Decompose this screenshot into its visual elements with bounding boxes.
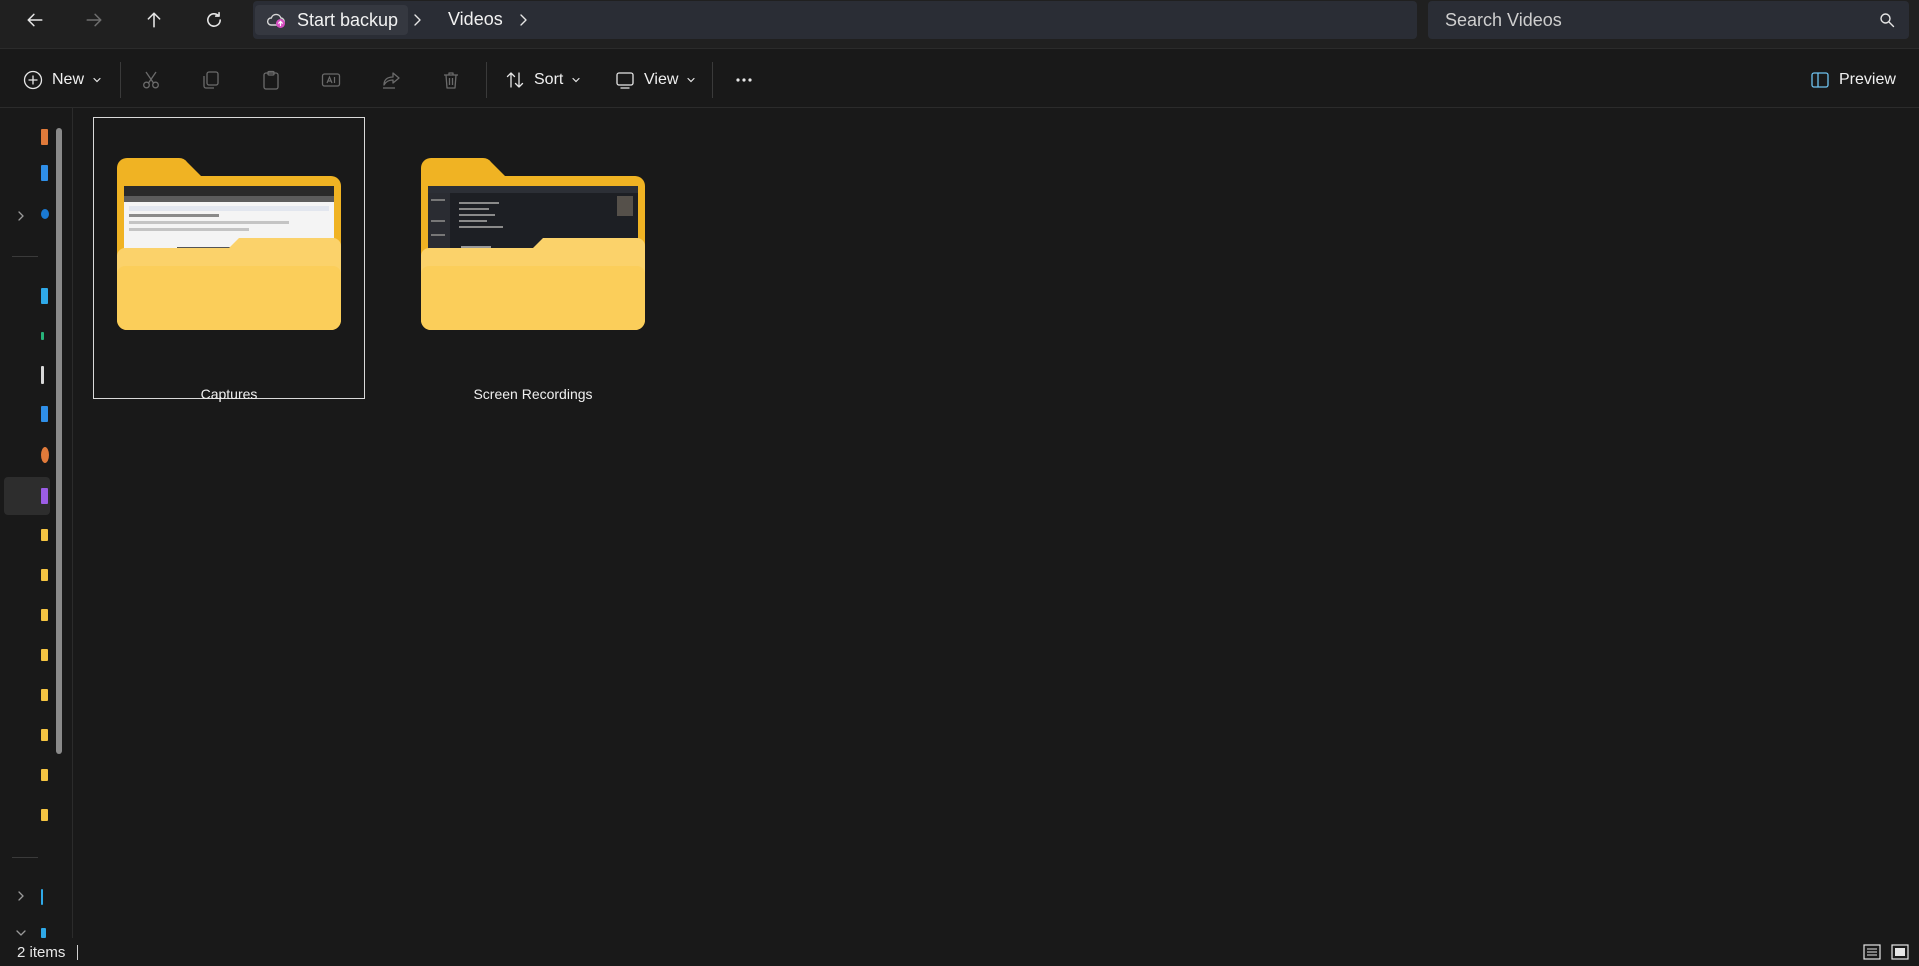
search-icon[interactable] bbox=[1879, 12, 1895, 28]
chevron-down-icon bbox=[93, 77, 101, 83]
breadcrumb-chevron-icon[interactable] bbox=[512, 9, 534, 31]
address-toolbar: Start backup Videos bbox=[0, 0, 1919, 49]
rename-button[interactable] bbox=[316, 65, 346, 95]
preview-label: Preview bbox=[1839, 71, 1896, 88]
nav-scrollbar[interactable] bbox=[56, 128, 62, 754]
new-button[interactable]: New bbox=[14, 61, 110, 99]
preview-pane-icon bbox=[1811, 72, 1829, 88]
nav-item-pictures-icon[interactable] bbox=[41, 406, 48, 422]
folder-icon[interactable] bbox=[41, 769, 48, 781]
status-bar: 2 items bbox=[0, 938, 1919, 966]
nav-item-desktop-icon[interactable] bbox=[41, 288, 48, 304]
chevron-right-icon[interactable] bbox=[14, 889, 28, 903]
sort-button[interactable]: Sort bbox=[496, 61, 589, 99]
folder-icon bbox=[117, 158, 341, 330]
toolbar-divider bbox=[120, 62, 121, 98]
folder-name: Captures bbox=[200, 386, 258, 402]
paste-icon bbox=[263, 70, 279, 90]
folder-icon[interactable] bbox=[41, 609, 48, 621]
copy-icon bbox=[203, 71, 219, 89]
share-icon bbox=[383, 72, 400, 89]
cloud-backup-icon bbox=[266, 13, 285, 28]
copy-button[interactable] bbox=[196, 65, 226, 95]
cut-icon bbox=[143, 71, 159, 89]
folder-icon[interactable] bbox=[41, 529, 48, 541]
folder-icon[interactable] bbox=[41, 689, 48, 701]
arrow-up-icon bbox=[147, 12, 161, 28]
details-view-icon bbox=[1863, 944, 1881, 960]
up-button[interactable] bbox=[134, 4, 174, 36]
new-label: New bbox=[52, 71, 85, 88]
search-input[interactable] bbox=[1428, 1, 1868, 39]
refresh-button[interactable] bbox=[194, 4, 234, 36]
item-count: 2 items bbox=[17, 944, 66, 961]
delete-icon bbox=[444, 72, 458, 89]
nav-item-downloads-icon[interactable] bbox=[41, 332, 44, 340]
preview-pane-button[interactable]: Preview bbox=[1801, 61, 1904, 99]
status-divider bbox=[77, 945, 78, 960]
search-box bbox=[1428, 1, 1909, 39]
start-backup-label: Start backup bbox=[297, 9, 399, 30]
nav-item-documents-icon[interactable] bbox=[41, 366, 44, 384]
nav-item-onedrive-icon[interactable] bbox=[41, 209, 49, 219]
view-button[interactable]: View bbox=[606, 61, 704, 99]
file-view: Captures Screen Recordings bbox=[74, 108, 1919, 938]
breadcrumb-videos[interactable]: Videos bbox=[448, 9, 503, 30]
chevron-down-icon bbox=[687, 77, 695, 83]
nav-item-network-icon[interactable] bbox=[41, 928, 46, 938]
plus-circle-icon bbox=[23, 70, 43, 90]
folder-item-captures[interactable]: Captures bbox=[93, 117, 365, 402]
chevron-down-icon bbox=[572, 77, 580, 83]
folder-icon[interactable] bbox=[41, 809, 48, 821]
toolbar-divider bbox=[486, 62, 487, 98]
nav-divider bbox=[12, 857, 38, 858]
more-icon bbox=[736, 78, 752, 82]
rename-icon bbox=[321, 73, 341, 87]
nav-item-this-pc-icon[interactable] bbox=[41, 889, 43, 905]
view-label: View bbox=[644, 71, 679, 88]
arrow-left-icon bbox=[27, 13, 43, 27]
refresh-icon bbox=[207, 11, 221, 27]
view-icon bbox=[616, 72, 634, 89]
folder-icon[interactable] bbox=[41, 649, 48, 661]
folder-icon bbox=[421, 158, 645, 330]
chevron-right-icon[interactable] bbox=[14, 209, 28, 223]
start-backup-button[interactable]: Start backup bbox=[255, 5, 409, 35]
folder-icon[interactable] bbox=[41, 729, 48, 741]
nav-item-gallery-icon[interactable] bbox=[41, 165, 48, 181]
toolbar-divider bbox=[712, 62, 713, 98]
details-view-button[interactable] bbox=[1862, 943, 1882, 961]
nav-item-music-icon[interactable] bbox=[41, 447, 49, 463]
nav-item-videos-icon[interactable] bbox=[41, 488, 48, 504]
back-button[interactable] bbox=[15, 4, 55, 36]
tiles-view-icon bbox=[1891, 944, 1909, 960]
navigation-pane bbox=[0, 108, 73, 938]
share-button[interactable] bbox=[376, 65, 406, 95]
address-bar[interactable]: Start backup Videos bbox=[253, 1, 1417, 39]
paste-button[interactable] bbox=[256, 65, 286, 95]
breadcrumb-chevron-icon[interactable] bbox=[406, 9, 428, 31]
arrow-right-icon bbox=[86, 13, 102, 27]
nav-divider bbox=[12, 256, 38, 257]
folder-item-screen-recordings[interactable]: Screen Recordings bbox=[397, 117, 669, 402]
nav-item-home-icon[interactable] bbox=[41, 129, 48, 145]
sort-label: Sort bbox=[534, 71, 564, 88]
tiles-view-button[interactable] bbox=[1890, 943, 1910, 961]
folder-name: Screen Recordings bbox=[473, 386, 593, 402]
command-bar: New Sort View Preview bbox=[0, 56, 1919, 104]
forward-button[interactable] bbox=[74, 4, 114, 36]
sort-icon bbox=[506, 72, 524, 88]
more-options-button[interactable] bbox=[729, 65, 759, 95]
delete-button[interactable] bbox=[436, 65, 466, 95]
cut-button[interactable] bbox=[136, 65, 166, 95]
folder-icon[interactable] bbox=[41, 569, 48, 581]
